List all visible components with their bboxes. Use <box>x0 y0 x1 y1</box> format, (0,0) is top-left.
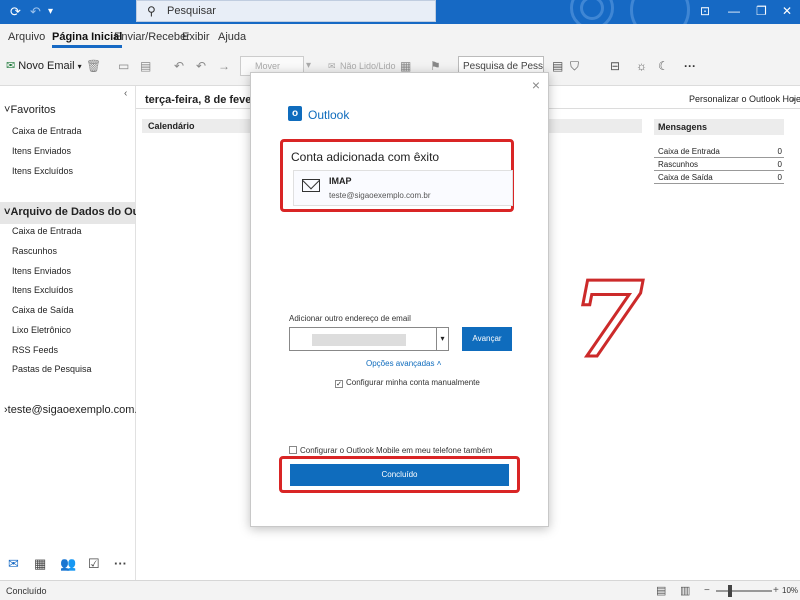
messages-panel: Mensagens Caixa de Entrada 0 Rascunhos 0 C… <box>654 119 784 184</box>
account-header[interactable]: ›teste@sigaoexemplo.com.br <box>4 404 147 416</box>
module-switcher: ✉ ▦ 👥 ☑ ··· <box>0 548 136 580</box>
messages-header: Mensagens <box>654 119 784 135</box>
new-mail-icon: ✉ <box>6 60 16 72</box>
email-field[interactable]: ▾ <box>289 327 449 351</box>
status-bar: Concluído ▤ ▥ − + 10% <box>0 580 800 600</box>
sidebar-item-lixo-eletronico[interactable]: Lixo Eletrônico <box>12 325 71 335</box>
read-unread-button[interactable]: Não Lido/Lido <box>340 61 396 71</box>
chevron-down-icon[interactable]: ▾ <box>436 328 448 350</box>
folder-pane: ‹ ˅Favoritos Caixa de Entrada Itens Envi… <box>0 86 149 548</box>
reply-all-icon[interactable]: ↶ <box>196 59 206 73</box>
done-button[interactable]: Concluído <box>290 464 509 486</box>
success-highlight: Conta adicionada com êxito IMAP teste@si… <box>280 139 514 212</box>
envelope-icon: ✉ <box>328 61 336 71</box>
sidebar-item-itens-excluidos[interactable]: Itens Excluídos <box>12 285 73 295</box>
more-apps-icon[interactable]: ··· <box>114 556 127 571</box>
zoom-level: 10% <box>782 586 799 595</box>
account-email: teste@sigaoexemplo.com.br <box>329 191 431 200</box>
title-bar: ⟳ ↶ ▾ ⚲ Pesquisar ⊡ — ❐ ✕ <box>0 0 800 24</box>
sidebar-item-caixa-de-entrada[interactable]: Caixa de Entrada <box>12 226 82 236</box>
close-icon[interactable]: ✕ <box>782 4 792 18</box>
filter-icon[interactable]: ⛉ <box>570 59 579 74</box>
redacted-text <box>312 334 406 346</box>
mobile-setup-checkbox[interactable]: Configurar o Outlook Mobile em meu telef… <box>289 446 493 455</box>
send-receive-icon[interactable]: ⊟ <box>610 59 620 73</box>
sidebar-item-rascunhos[interactable]: Rascunhos <box>12 246 57 256</box>
favorites-header[interactable]: ˅Favoritos <box>4 104 56 116</box>
message-row[interactable]: Caixa de Saída 0 <box>654 171 784 184</box>
reading-view-icon[interactable]: ▥ <box>680 584 690 597</box>
sidebar-item-itens-excluidos[interactable]: Itens Excluídos <box>12 166 73 176</box>
forward-icon[interactable]: → <box>218 59 230 73</box>
new-mail-button[interactable]: ✉ Novo Email ▾ <box>6 59 82 72</box>
checkbox-checked-icon[interactable]: ✓ <box>335 380 343 388</box>
flag-icon[interactable]: ⚑ <box>430 59 441 73</box>
zoom-slider[interactable] <box>716 590 772 592</box>
step-number-annotation: 7 <box>570 258 645 381</box>
tab-arquivo[interactable]: Arquivo <box>8 31 45 43</box>
normal-view-icon[interactable]: ▤ <box>656 584 666 597</box>
account-card: IMAP teste@sigaoexemplo.com.br <box>293 170 513 206</box>
search-input[interactable]: ⚲ Pesquisar <box>136 0 436 22</box>
sidebar-item-caixa-de-saida[interactable]: Caixa de Saída <box>12 305 74 315</box>
coming-soon-icon[interactable]: ⊡ <box>700 4 710 18</box>
more-options-icon[interactable]: ··· <box>684 59 696 73</box>
scrollbar[interactable]: ▲ <box>790 96 798 103</box>
move-icon[interactable]: ▤ <box>140 59 151 73</box>
account-type: IMAP <box>329 176 352 186</box>
reply-icon[interactable]: ↶ <box>174 59 184 73</box>
zoom-slider-handle[interactable] <box>728 585 732 597</box>
brightness-icon[interactable]: ☼ <box>636 59 647 73</box>
sidebar-item-caixa-de-entrada[interactable]: Caixa de Entrada <box>12 126 82 136</box>
manual-setup-checkbox[interactable]: ✓ Configurar minha conta manualmente <box>335 378 480 388</box>
add-email-label: Adicionar outro endereço de email <box>289 314 411 323</box>
message-row[interactable]: Caixa de Entrada 0 <box>654 145 784 158</box>
status-text: Concluído <box>6 586 47 596</box>
outlook-brand: Outlook <box>308 108 350 122</box>
chevron-down-icon: ▾ <box>77 62 82 71</box>
ribbon-tabs: Arquivo Página Inicial Enviar/Receber Ex… <box>0 24 800 48</box>
minimize-icon[interactable]: — <box>728 4 740 18</box>
tasks-icon[interactable]: ☑ <box>88 556 100 572</box>
advanced-options-link[interactable]: Opções avançadas ˄ <box>366 359 441 368</box>
sidebar-item-itens-enviados[interactable]: Itens Enviados <box>12 146 71 156</box>
success-title: Conta adicionada com êxito <box>291 150 440 164</box>
personalize-link[interactable]: Personalizar o Outlook Hoje ... <box>689 94 800 104</box>
sidebar-item-pastas-de-pesquisa[interactable]: Pastas de Pesquisa <box>12 364 92 374</box>
sync-icon[interactable]: ⟳ <box>10 4 21 20</box>
collapse-pane-icon[interactable]: ‹ <box>124 88 127 99</box>
delete-icon[interactable]: 🗑 <box>86 59 101 73</box>
outlook-logo-icon: o <box>288 106 302 121</box>
sidebar-item-itens-enviados[interactable]: Itens Enviados <box>12 266 71 276</box>
restore-icon[interactable]: ❐ <box>756 4 767 18</box>
done-highlight: Concluído <box>279 456 520 493</box>
address-book-icon[interactable]: ▤ <box>552 59 563 73</box>
data-file-header[interactable]: ˅Arquivo de Dados do Ou... <box>4 206 149 218</box>
next-button[interactable]: Avançar <box>462 327 512 351</box>
tab-pagina-inicial[interactable]: Página Inicial <box>52 31 123 48</box>
move-to-chevron-icon[interactable]: ▾ <box>306 60 311 71</box>
envelope-icon <box>302 179 320 192</box>
tab-exibir[interactable]: Exibir <box>182 31 210 43</box>
close-dialog-button[interactable]: × <box>532 77 540 93</box>
calendar-icon[interactable]: ▦ <box>34 556 46 572</box>
customize-toolbar-icon[interactable]: ▾ <box>48 6 53 17</box>
people-icon[interactable]: 👥 <box>60 556 76 572</box>
categorize-icon[interactable]: ▦ <box>400 59 411 73</box>
search-icon: ⚲ <box>147 4 156 18</box>
account-setup-dialog: × o Outlook Conta adicionada com êxito I… <box>250 72 549 527</box>
zoom-in-icon[interactable]: + <box>773 585 779 596</box>
dark-mode-icon[interactable]: ☾ <box>658 59 669 73</box>
tab-enviar-receber[interactable]: Enviar/Receber <box>114 31 190 43</box>
title-bar-decoration <box>560 0 690 24</box>
undo-icon[interactable]: ↶ <box>30 4 41 20</box>
zoom-out-icon[interactable]: − <box>704 585 710 596</box>
archive-icon[interactable]: ▭ <box>118 59 129 73</box>
tab-ajuda[interactable]: Ajuda <box>218 31 246 43</box>
checkbox-icon[interactable] <box>289 446 297 454</box>
mail-icon[interactable]: ✉ <box>8 556 19 572</box>
sidebar-item-rss-feeds[interactable]: RSS Feeds <box>12 345 58 355</box>
message-row[interactable]: Rascunhos 0 <box>654 158 784 171</box>
